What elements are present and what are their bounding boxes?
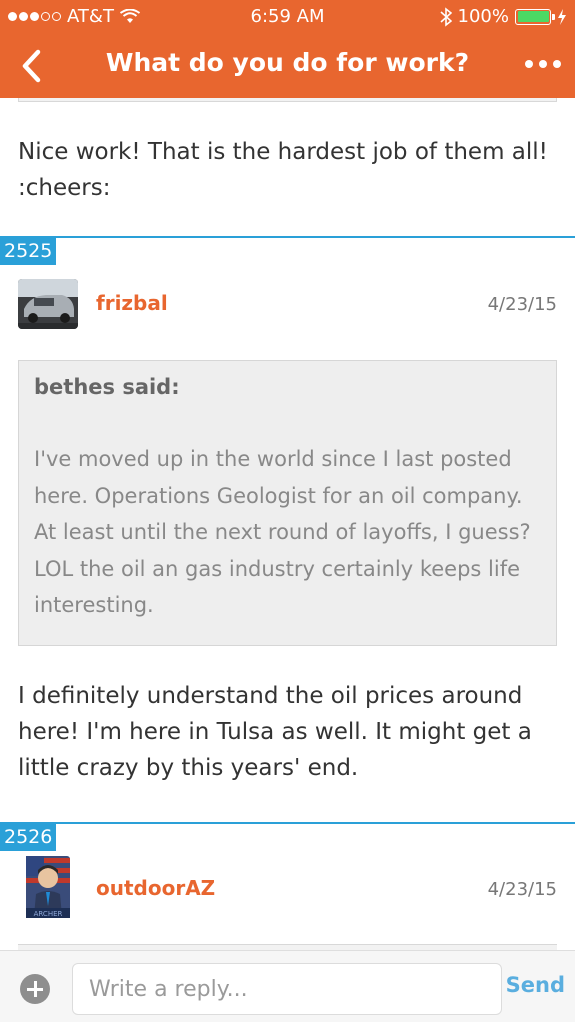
- post-separator: [0, 236, 575, 238]
- status-right: 100%: [439, 6, 567, 27]
- nav-bar: What do you do for work?: [0, 34, 575, 98]
- quote-author[interactable]: bethes said:: [34, 375, 180, 399]
- post-date: 4/23/15: [487, 879, 557, 900]
- post-date: 4/23/15: [487, 294, 557, 315]
- username[interactable]: outdoorAZ: [96, 876, 215, 900]
- post-number: 2526: [0, 823, 57, 851]
- bluetooth-icon: [439, 6, 452, 27]
- avatar[interactable]: ARCHER: [22, 856, 74, 920]
- previous-quote-box: [18, 98, 557, 102]
- battery-percent: 100%: [457, 6, 509, 27]
- post-number: 2525: [0, 237, 57, 265]
- quote-block: bethes said: I've moved up in the world …: [18, 360, 557, 646]
- thread-title: What do you do for work?: [105, 48, 470, 77]
- status-bar: AT&T 6:59 AM 100%: [0, 0, 575, 34]
- reply-bar: Send: [0, 950, 575, 1022]
- svg-text:ARCHER: ARCHER: [34, 910, 63, 918]
- quote-text: I've moved up in the world since I last …: [34, 447, 531, 617]
- send-button[interactable]: Send: [506, 973, 565, 997]
- battery-icon: [515, 8, 555, 25]
- post-separator: [0, 822, 575, 824]
- thread-content[interactable]: Nice work! That is the hardest job of th…: [0, 98, 575, 950]
- plus-icon[interactable]: [20, 974, 50, 1004]
- username[interactable]: frizbal: [96, 291, 168, 315]
- more-dots-icon[interactable]: [525, 60, 561, 68]
- app-header: AT&T 6:59 AM 100% What do you do for wor…: [0, 0, 575, 98]
- reply-input[interactable]: [72, 963, 502, 1015]
- avatar[interactable]: [18, 279, 78, 329]
- post-message: Nice work! That is the hardest job of th…: [18, 139, 548, 201]
- post-message: I definitely understand the oil prices a…: [18, 683, 532, 781]
- charging-icon: [558, 8, 566, 25]
